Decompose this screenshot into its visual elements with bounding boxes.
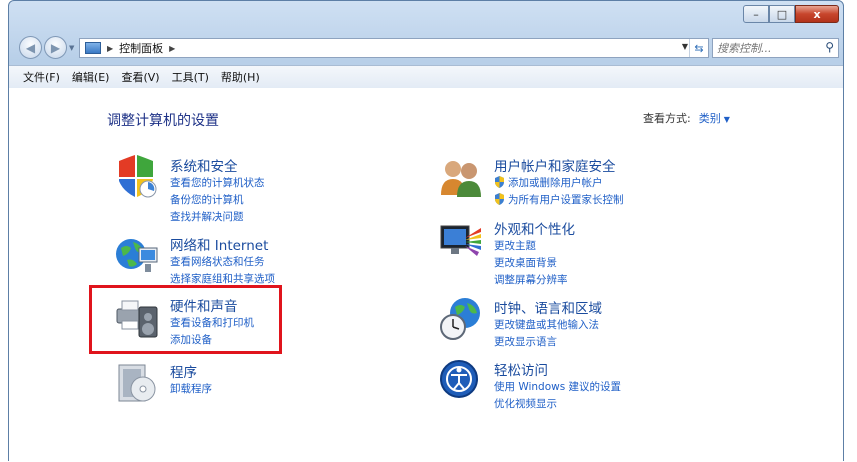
forward-button[interactable]: ▶ <box>44 36 67 59</box>
refresh-button[interactable]: ⇆ <box>689 39 708 57</box>
content-area: 调整计算机的设置 查看方式: 类别 ▼ 系统和安全 查看您的计算机状态 备份您的计算… <box>9 88 843 462</box>
clock-globe-icon[interactable] <box>439 297 483 341</box>
search-box[interactable]: ⚲ <box>712 38 839 58</box>
maximize-button[interactable]: □ <box>769 5 795 23</box>
category-title[interactable]: 时钟、语言和区域 <box>494 297 602 317</box>
appearance-monitor-icon[interactable] <box>439 218 483 262</box>
category-link[interactable]: 卸载程序 <box>170 381 212 398</box>
category-title[interactable]: 程序 <box>170 361 197 381</box>
back-arrow-icon: ◀ <box>25 40 36 55</box>
category-link[interactable]: 更改主题 <box>494 238 568 255</box>
menu-view[interactable]: 查看(V) <box>115 69 165 85</box>
control-panel-icon <box>85 42 101 54</box>
menu-file[interactable]: 文件(F) <box>9 69 66 85</box>
refresh-icon: ⇆ <box>694 41 704 55</box>
security-shield-icon[interactable] <box>115 155 159 199</box>
caption-buttons: – □ x <box>743 5 839 23</box>
category-link[interactable]: 查看您的计算机状态 <box>170 175 265 192</box>
ease-of-access-icon[interactable] <box>439 359 483 403</box>
breadcrumb-separator-icon[interactable]: ▶ <box>107 44 113 53</box>
address-bar[interactable]: ▶ 控制面板 ▶ ▼ ⇆ <box>79 38 709 58</box>
highlight-box <box>89 285 282 354</box>
category-links: 查看网络状态和任务 选择家庭组和共享选项 <box>170 254 275 288</box>
menu-tools[interactable]: 工具(T) <box>166 69 215 85</box>
category-link[interactable]: 查看网络状态和任务 <box>170 254 275 271</box>
category-links: 使用 Windows 建议的设置 优化视频显示 <box>494 379 621 413</box>
network-globe-icon[interactable] <box>115 234 159 278</box>
minimize-button[interactable]: – <box>743 5 769 23</box>
category-links: 卸载程序 <box>170 381 212 398</box>
view-mode-dropdown[interactable]: 类别 <box>699 112 721 125</box>
menu-help[interactable]: 帮助(H) <box>215 69 266 85</box>
category-title[interactable]: 外观和个性化 <box>494 218 575 238</box>
breadcrumb-separator-icon[interactable]: ▶ <box>169 44 175 53</box>
forward-arrow-icon: ▶ <box>50 40 61 55</box>
back-button[interactable]: ◀ <box>19 36 42 59</box>
control-panel-window: – □ x ◀ ▶ ▼ ▶ 控制面板 ▶ ▼ ⇆ ⚲ 文件(F) 编辑(E) 查… <box>8 0 844 462</box>
category-link[interactable]: 为所有用户设置家长控制 <box>494 192 624 209</box>
search-input[interactable] <box>717 41 817 55</box>
category-title[interactable]: 轻松访问 <box>494 359 548 379</box>
chevron-down-icon[interactable]: ▼ <box>724 115 730 124</box>
menu-bar: 文件(F) 编辑(E) 查看(V) 工具(T) 帮助(H) <box>9 65 843 89</box>
category-link[interactable]: 更改键盘或其他输入法 <box>494 317 599 334</box>
category-title[interactable]: 网络和 Internet <box>170 234 268 254</box>
category-links: 添加或删除用户帐户 为所有用户设置家长控制 <box>494 175 624 209</box>
menu-edit[interactable]: 编辑(E) <box>66 69 116 85</box>
address-dropdown-icon[interactable]: ▼ <box>682 42 688 51</box>
users-icon[interactable] <box>439 155 483 199</box>
history-dropdown-icon[interactable]: ▼ <box>69 44 74 52</box>
breadcrumb-control-panel[interactable]: 控制面板 <box>119 40 163 56</box>
category-link[interactable]: 添加或删除用户帐户 <box>494 175 624 192</box>
category-title[interactable]: 用户帐户和家庭安全 <box>494 155 616 175</box>
close-button[interactable]: x <box>795 5 839 23</box>
view-mode: 查看方式: 类别 ▼ <box>643 110 730 126</box>
category-link-label: 为所有用户设置家长控制 <box>508 194 624 206</box>
page-title: 调整计算机的设置 <box>107 113 219 129</box>
category-links: 更改键盘或其他输入法 更改显示语言 <box>494 317 599 351</box>
category-links: 查看您的计算机状态 备份您的计算机 查找并解决问题 <box>170 175 265 226</box>
category-links: 更改主题 更改桌面背景 调整屏幕分辨率 <box>494 238 568 289</box>
uac-shield-icon <box>495 193 504 205</box>
category-link[interactable]: 使用 Windows 建议的设置 <box>494 379 621 396</box>
search-icon[interactable]: ⚲ <box>825 40 834 54</box>
category-link[interactable]: 更改显示语言 <box>494 334 599 351</box>
navigation-bar: ◀ ▶ ▼ ▶ 控制面板 ▶ ▼ ⇆ ⚲ <box>15 35 839 61</box>
uac-shield-icon <box>495 176 504 188</box>
category-link[interactable]: 查找并解决问题 <box>170 209 265 226</box>
view-mode-label: 查看方式: <box>643 112 691 125</box>
category-link-label: 添加或删除用户帐户 <box>508 177 603 189</box>
category-link[interactable]: 备份您的计算机 <box>170 192 265 209</box>
category-link[interactable]: 更改桌面背景 <box>494 255 568 272</box>
category-title[interactable]: 系统和安全 <box>170 155 238 175</box>
category-link[interactable]: 调整屏幕分辨率 <box>494 272 568 289</box>
programs-disc-icon[interactable] <box>115 361 159 405</box>
category-link[interactable]: 优化视频显示 <box>494 396 621 413</box>
